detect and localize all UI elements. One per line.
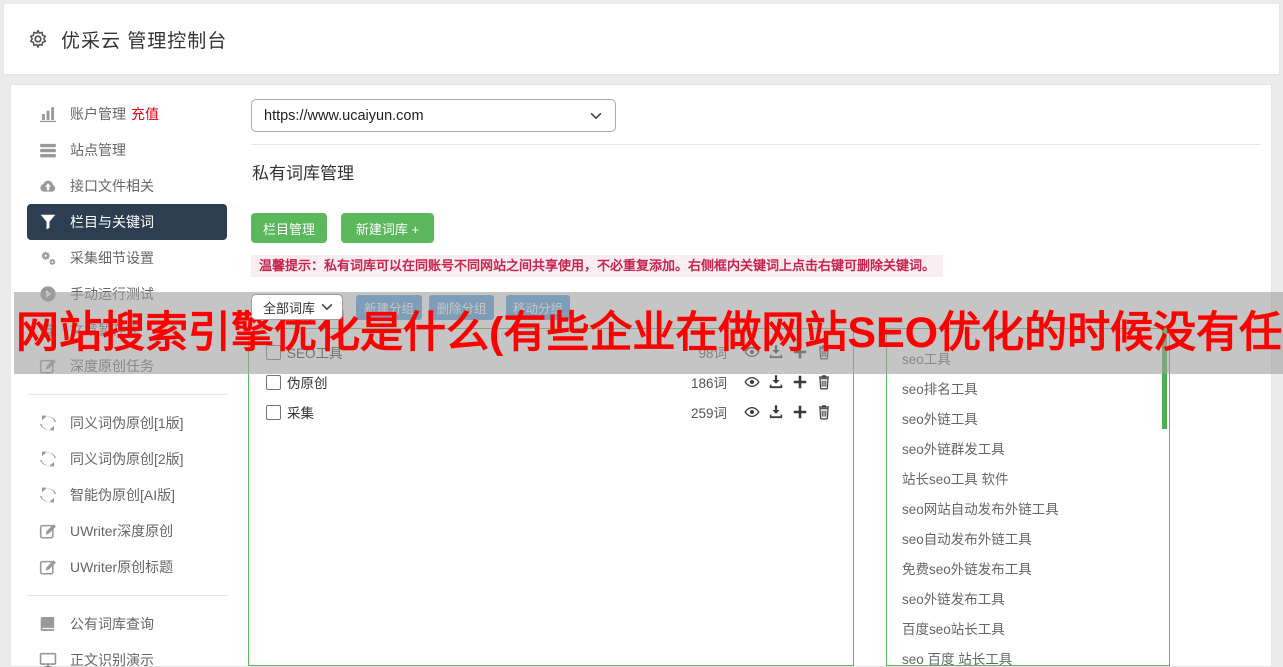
lexicon-group-select-value: 全部词库 — [263, 298, 315, 317]
monitor-icon — [39, 651, 57, 667]
sidebar-item[interactable]: 站点管理 — [27, 132, 227, 168]
keyword-item[interactable]: 站长seo工具 软件 — [902, 465, 1169, 495]
lexicon-group-select[interactable]: 全部词库 — [251, 294, 343, 320]
sidebar-item[interactable]: 接口文件相关 — [27, 168, 227, 204]
funnel-icon — [39, 213, 57, 231]
sidebar-item[interactable]: 公有词库查询 — [27, 606, 227, 642]
edit-icon — [39, 522, 57, 540]
trash-icon[interactable] — [816, 374, 832, 390]
overlay-banner-text: 网站搜索引擎优化是什么(有些企业在做网站SEO优化的时候没有任 — [14, 312, 1282, 355]
download-icon[interactable] — [768, 404, 784, 420]
keyword-item[interactable]: seo网站自动发布外链工具 — [902, 495, 1169, 525]
sidebar-item[interactable]: UWriter深度原创 — [27, 513, 227, 549]
overlay-banner: 网站搜索引擎优化是什么(有些企业在做网站SEO优化的时候没有任 — [14, 292, 1283, 374]
sidebar-item-label: 栏目与关键词 — [70, 212, 154, 232]
sidebar-item[interactable]: 同义词伪原创[2版] — [27, 441, 227, 477]
eye-icon[interactable] — [744, 404, 760, 420]
sidebar-item[interactable]: UWriter原创标题 — [27, 549, 227, 585]
lexicon-row[interactable]: 采集 259词 — [249, 397, 853, 427]
site-select-value: https://www.ucaiyun.com — [264, 108, 424, 124]
download-icon[interactable] — [768, 374, 784, 390]
keyword-item[interactable]: seo外链群发工具 — [902, 435, 1169, 465]
sidebar-item-label: 接口文件相关 — [70, 176, 154, 196]
app-title: 优采云 管理控制台 — [61, 26, 227, 53]
sidebar-item-label: 公有词库查询 — [70, 614, 154, 634]
trash-icon[interactable] — [816, 404, 832, 420]
keyword-item[interactable]: seo排名工具 — [902, 375, 1169, 405]
keyword-item[interactable]: seo 百度 站长工具 — [902, 645, 1169, 667]
sidebar-item-label: UWriter原创标题 — [70, 557, 173, 577]
gear-icon — [28, 29, 48, 49]
lexicon-word-count: 186词 — [691, 372, 727, 392]
keyword-item[interactable]: seo外链工具 — [902, 405, 1169, 435]
sidebar-item[interactable]: 同义词伪原创[1版] — [27, 405, 227, 441]
keyword-item[interactable]: seo自动发布外链工具 — [902, 525, 1169, 555]
lexicon-name: 采集 — [287, 402, 314, 422]
new-lexicon-button[interactable]: 新建词库 + — [341, 213, 434, 243]
refresh-icon — [39, 450, 57, 468]
chevron-down-icon — [589, 109, 603, 123]
lexicon-word-count: 259词 — [691, 402, 727, 422]
edit-icon — [39, 558, 57, 576]
sidebar-item-label: 同义词伪原创[2版] — [70, 449, 184, 469]
sidebar-item[interactable]: 正文识别演示 — [27, 642, 227, 667]
tip-message: 温馨提示：私有词库可以在同账号不同网站之间共享使用，不必重复添加。右侧框内关键词… — [251, 255, 943, 277]
sidebar-item-label: 账户管理 — [70, 104, 126, 124]
keyword-list: seo工具seo排名工具seo外链工具seo外链群发工具站长seo工具 软件se… — [887, 329, 1169, 667]
page: 优采云 管理控制台 账户管理充值站点管理接口文件相关栏目与关键词采集细节设置手动… — [0, 0, 1283, 667]
refresh-icon — [39, 414, 57, 432]
plus-icon[interactable] — [792, 404, 808, 420]
page-title: 私有词库管理 — [252, 159, 354, 184]
sidebar-item[interactable]: 账户管理充值 — [27, 96, 227, 132]
sidebar-divider — [27, 595, 227, 596]
sidebar-item-label: 正文识别演示 — [70, 650, 154, 667]
keyword-item[interactable]: 百度seo站长工具 — [902, 615, 1169, 645]
eye-icon[interactable] — [744, 374, 760, 390]
sidebar-divider — [27, 394, 227, 395]
sidebar-item-label: 智能伪原创[AI版] — [70, 485, 175, 505]
sidebar: 账户管理充值站点管理接口文件相关栏目与关键词采集细节设置手动运行测试文章暂存库深… — [11, 85, 243, 667]
recharge-badge[interactable]: 充值 — [131, 104, 159, 124]
sidebar-item[interactable]: 智能伪原创[AI版] — [27, 477, 227, 513]
sidebar-item-label: UWriter深度原创 — [70, 521, 173, 541]
sidebar-item[interactable]: 栏目与关键词 — [27, 204, 227, 240]
lexicon-list-panel: SEO工具98词伪原创186词采集259词 — [248, 328, 854, 666]
content-card: 账户管理充值站点管理接口文件相关栏目与关键词采集细节设置手动运行测试文章暂存库深… — [10, 84, 1272, 667]
plus-icon[interactable] — [792, 374, 808, 390]
stack-icon — [39, 141, 57, 159]
site-select[interactable]: https://www.ucaiyun.com — [251, 99, 616, 132]
divider — [251, 144, 1261, 145]
column-manage-button[interactable]: 栏目管理 — [251, 213, 327, 243]
sidebar-item[interactable]: 采集细节设置 — [27, 240, 227, 276]
gears-icon — [39, 249, 57, 267]
book-icon — [39, 615, 57, 633]
sidebar-item-label: 站点管理 — [70, 140, 126, 160]
cloud-upload-icon — [39, 177, 57, 195]
chevron-down-icon — [320, 300, 334, 314]
keyword-item[interactable]: seo外链发布工具 — [902, 585, 1169, 615]
keyword-item[interactable]: 免费seo外链发布工具 — [902, 555, 1169, 585]
refresh-icon — [39, 486, 57, 504]
keyword-panel: seo工具seo排名工具seo外链工具seo外链群发工具站长seo工具 软件se… — [886, 328, 1170, 666]
lexicon-checkbox[interactable] — [266, 405, 281, 420]
bar-chart-icon — [39, 105, 57, 123]
lexicon-name: 伪原创 — [287, 372, 328, 392]
sidebar-item-label: 采集细节设置 — [70, 248, 154, 268]
lexicon-checkbox[interactable] — [266, 375, 281, 390]
sidebar-item-label: 同义词伪原创[1版] — [70, 413, 184, 433]
header: 优采云 管理控制台 — [3, 4, 1280, 75]
